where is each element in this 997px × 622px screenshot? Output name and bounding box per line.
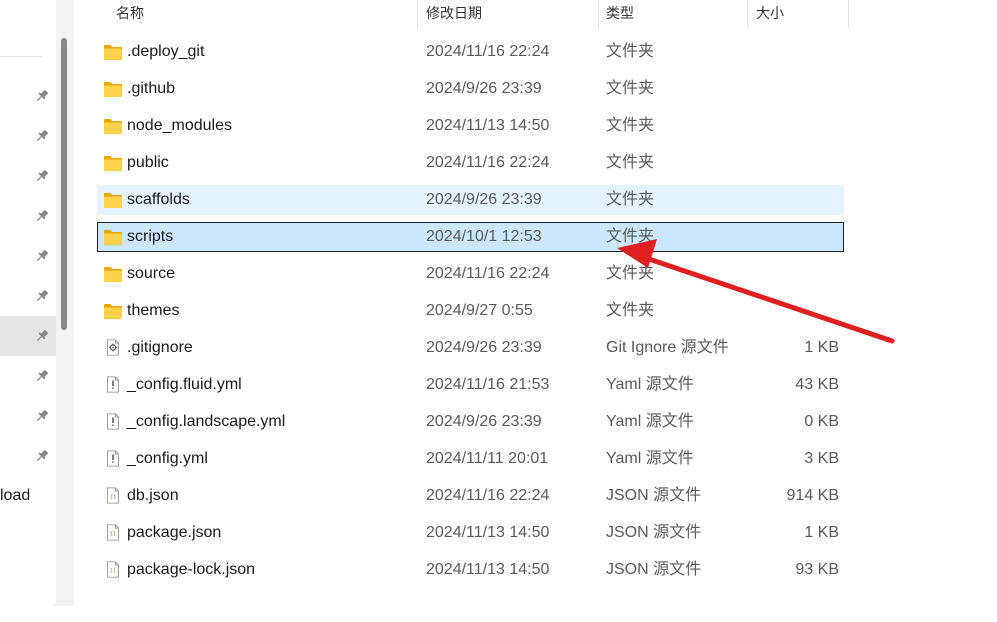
annotation-arrow-shaft [637, 253, 895, 344]
annotation-arrow [617, 239, 895, 344]
annotation-arrow-head [617, 239, 657, 268]
